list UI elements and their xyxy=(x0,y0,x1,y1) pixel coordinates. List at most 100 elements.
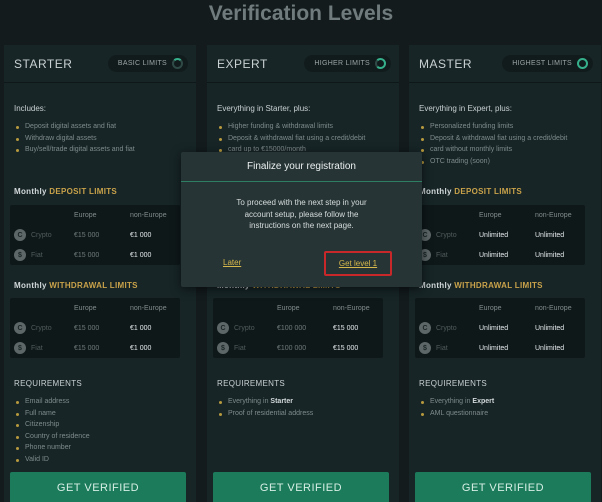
row-label: Fiat xyxy=(436,251,448,259)
crypto-coin-icon: C xyxy=(217,322,229,334)
requirements-title: REQUIREMENTS xyxy=(419,379,488,388)
col-non-europe: non-Europe xyxy=(333,304,370,312)
card-name: MASTER xyxy=(419,56,473,71)
progress-ring-icon xyxy=(172,58,183,69)
cell-value: €15 000 xyxy=(333,344,359,352)
get-level-1-button[interactable]: Get level 1 xyxy=(324,251,392,276)
feature-item: Higher funding & withdrawal limits xyxy=(217,123,365,135)
cell-value: €15 000 xyxy=(74,344,100,352)
table-header-row: Europe non-Europe xyxy=(10,205,180,225)
card-header: MASTER HIGHEST LIMITS xyxy=(409,45,601,83)
card-starter: STARTER BASIC LIMITS Includes: Deposit d… xyxy=(4,45,196,502)
dollar-coin-icon: $ xyxy=(419,342,431,354)
monthly-label: Monthly xyxy=(419,187,452,196)
table-row: $ Fiat €15 000 €1 000 xyxy=(10,245,180,265)
requirement-item: Full name xyxy=(14,410,90,422)
cell-value: €15 000 xyxy=(74,231,100,239)
crypto-coin-icon: C xyxy=(14,322,26,334)
limits-pill: HIGHER LIMITS xyxy=(304,55,391,72)
withdrawal-limits-table: Europe non-Europe C Crypto Unlimited Unli… xyxy=(415,298,585,358)
cell-value: Unlimited xyxy=(479,344,509,352)
card-name: EXPERT xyxy=(217,56,268,71)
cell-value: Unlimited xyxy=(535,231,565,239)
col-europe: Europe xyxy=(479,211,502,219)
table-row: $ Fiat €15 000 €1 000 xyxy=(10,338,180,358)
card-intro: Everything in Expert, plus: xyxy=(419,104,512,113)
dollar-coin-icon: $ xyxy=(14,342,26,354)
requirements-title: REQUIREMENTS xyxy=(217,379,286,388)
later-link[interactable]: Later xyxy=(223,258,241,267)
card-intro: Everything in Starter, plus: xyxy=(217,104,311,113)
cell-value: Unlimited xyxy=(535,344,565,352)
cell-value: €1 000 xyxy=(130,344,152,352)
deposit-label: DEPOSIT LIMITS xyxy=(454,187,523,196)
col-europe: Europe xyxy=(74,211,97,219)
cell-value: Unlimited xyxy=(479,324,509,332)
get-verified-button[interactable]: GET VERIFIED xyxy=(213,472,389,502)
feature-item: Deposit & withdrawal fiat using a credit… xyxy=(419,135,567,147)
feature-item: card without monthly limits xyxy=(419,146,567,158)
card-intro: Includes: xyxy=(14,104,47,113)
col-non-europe: non-Europe xyxy=(535,304,572,312)
cell-value: €1 000 xyxy=(130,251,152,259)
cell-value: Unlimited xyxy=(535,251,565,259)
row-label: Fiat xyxy=(234,344,246,352)
feature-item: Personalized funding limits xyxy=(419,123,567,135)
table-row: $ Fiat €100 000 €15 000 xyxy=(213,338,383,358)
feature-item: Buy/sell/trade digital assets and fiat xyxy=(14,146,135,158)
card-name: STARTER xyxy=(14,56,73,71)
table-row: C Crypto €15 000 €1 000 xyxy=(10,318,180,338)
dollar-coin-icon: $ xyxy=(217,342,229,354)
table-header-row: Europe non-Europe xyxy=(213,298,383,318)
cell-value: €15 000 xyxy=(74,251,100,259)
row-label: Crypto xyxy=(436,231,457,239)
deposit-limits-table: Europe non-Europe C Crypto Unlimited Unli… xyxy=(415,205,585,265)
card-header: EXPERT HIGHER LIMITS xyxy=(207,45,399,83)
withdrawal-limits-table: Europe non-Europe C Crypto €100 000 €15 0… xyxy=(213,298,383,358)
col-non-europe: non-Europe xyxy=(130,211,167,219)
withdrawal-label: WITHDRAWAL LIMITS xyxy=(49,281,138,290)
finalize-registration-modal: Finalize your registration To proceed wi… xyxy=(181,152,422,287)
get-verified-button[interactable]: GET VERIFIED xyxy=(10,472,186,502)
limits-pill-label: HIGHEST LIMITS xyxy=(512,60,572,67)
deposit-limits-title: Monthly DEPOSIT LIMITS xyxy=(14,187,117,196)
card-header: STARTER BASIC LIMITS xyxy=(4,45,196,83)
table-row: C Crypto Unlimited Unlimited xyxy=(415,225,585,245)
requirement-bold: Starter xyxy=(270,398,293,405)
requirement-prefix: Everything in xyxy=(430,398,471,405)
feature-item: Deposit digital assets and fiat xyxy=(14,123,135,135)
requirement-item: AML questionnaire xyxy=(419,410,494,422)
requirements-title: REQUIREMENTS xyxy=(14,379,83,388)
cell-value: Unlimited xyxy=(535,324,565,332)
withdrawal-label: WITHDRAWAL LIMITS xyxy=(454,281,543,290)
deposit-limits-title: Monthly DEPOSIT LIMITS xyxy=(419,187,522,196)
col-europe: Europe xyxy=(74,304,97,312)
modal-body: To proceed with the next step in your ac… xyxy=(181,182,422,232)
monthly-label: Monthly xyxy=(14,187,47,196)
requirement-item: Email address xyxy=(14,398,90,410)
monthly-label: Monthly xyxy=(14,281,47,290)
requirement-item: Proof of residential address xyxy=(217,410,313,422)
requirement-item: Everything in Expert xyxy=(419,398,494,410)
requirement-item: Everything in Starter xyxy=(217,398,313,410)
limits-pill-label: BASIC LIMITS xyxy=(117,60,167,67)
page-title: Verification Levels xyxy=(208,2,394,25)
requirements-list: Everything in Expert AML questionnaire xyxy=(419,398,494,421)
crypto-coin-icon: C xyxy=(14,229,26,241)
cell-value: €15 000 xyxy=(333,324,359,332)
cell-value: €100 000 xyxy=(277,324,307,332)
cell-value: Unlimited xyxy=(479,251,509,259)
table-header-row: Europe non-Europe xyxy=(415,205,585,225)
deposit-limits-table: Europe non-Europe C Crypto €15 000 €1 000… xyxy=(10,205,180,265)
table-row: C Crypto Unlimited Unlimited xyxy=(415,318,585,338)
requirement-item: Valid ID xyxy=(14,456,90,468)
limits-pill: HIGHEST LIMITS xyxy=(502,55,593,72)
table-row: C Crypto €100 000 €15 000 xyxy=(213,318,383,338)
requirement-bold: Expert xyxy=(472,398,495,405)
feature-item: Withdraw digital assets xyxy=(14,135,135,147)
withdrawal-limits-table: Europe non-Europe C Crypto €15 000 €1 000… xyxy=(10,298,180,358)
table-header-row: Europe non-Europe xyxy=(10,298,180,318)
table-header-row: Europe non-Europe xyxy=(415,298,585,318)
get-verified-button[interactable]: GET VERIFIED xyxy=(415,472,591,502)
row-label: Fiat xyxy=(31,344,43,352)
